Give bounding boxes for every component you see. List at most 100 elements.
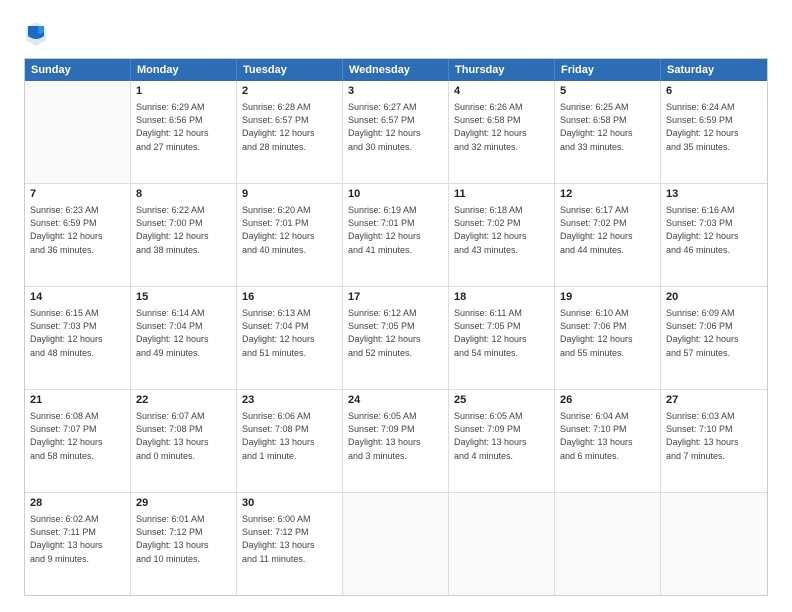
calendar-week-row: 14Sunrise: 6:15 AM Sunset: 7:03 PM Dayli… <box>25 287 767 390</box>
calendar-cell: 23Sunrise: 6:06 AM Sunset: 7:08 PM Dayli… <box>237 390 343 492</box>
calendar-cell: 17 Sunrise: 6:12 AM Sunset: 7:05 PM Dayli… <box>343 287 449 389</box>
day-number: 15 <box>136 290 231 305</box>
calendar-week-row: 1 Sunrise: 6:29 AM Sunset: 6:56 PM Daylig… <box>25 81 767 184</box>
calendar-cell: 25 Sunrise: 6:05 AM Sunset: 7:09 PM Dayli… <box>449 390 555 492</box>
calendar-cell: 29Sunrise: 6:01 AM Sunset: 7:12 PM Dayli… <box>131 493 237 595</box>
calendar-cell: 15Sunrise: 6:14 AM Sunset: 7:04 PM Dayli… <box>131 287 237 389</box>
day-info: Sunrise: 6:05 AM Sunset: 7:09 PM Dayligh… <box>454 410 549 462</box>
day-info: Sunrise: 6:07 AM Sunset: 7:08 PM Dayligh… <box>136 410 231 462</box>
day-number: 28 <box>30 496 125 511</box>
calendar-cell: 10Sunrise: 6:19 AM Sunset: 7:01 PM Dayli… <box>343 184 449 286</box>
calendar-cell <box>343 493 449 595</box>
calendar-cell: 26Sunrise: 6:04 AM Sunset: 7:10 PM Dayli… <box>555 390 661 492</box>
day-info: Sunrise: 6:20 AM Sunset: 7:01 PM Dayligh… <box>242 204 337 256</box>
day-info: Sunrise: 6:04 AM Sunset: 7:10 PM Dayligh… <box>560 410 655 462</box>
calendar-cell <box>25 81 131 183</box>
day-info: Sunrise: 6:11 AM Sunset: 7:05 PM Dayligh… <box>454 307 549 359</box>
day-info: Sunrise: 6:10 AM Sunset: 7:06 PM Dayligh… <box>560 307 655 359</box>
calendar-cell: 18 Sunrise: 6:11 AM Sunset: 7:05 PM Dayli… <box>449 287 555 389</box>
day-number: 27 <box>666 393 762 408</box>
day-number: 20 <box>666 290 762 305</box>
day-info: Sunrise: 6:25 AM Sunset: 6:58 PM Dayligh… <box>560 101 655 153</box>
day-number: 11 <box>454 187 549 202</box>
calendar-cell: 2 Sunrise: 6:28 AM Sunset: 6:57 PM Daylig… <box>237 81 343 183</box>
calendar-cell <box>555 493 661 595</box>
day-number: 3 <box>348 84 443 99</box>
calendar-cell: 6 Sunrise: 6:24 AM Sunset: 6:59 PM Daylig… <box>661 81 767 183</box>
calendar-cell: 21 Sunrise: 6:08 AM Sunset: 7:07 PM Dayli… <box>25 390 131 492</box>
calendar-cell: 8 Sunrise: 6:22 AM Sunset: 7:00 PM Daylig… <box>131 184 237 286</box>
day-info: Sunrise: 6:29 AM Sunset: 6:56 PM Dayligh… <box>136 101 231 153</box>
calendar: SundayMondayTuesdayWednesdayThursdayFrid… <box>24 58 768 596</box>
day-number: 7 <box>30 187 125 202</box>
day-number: 25 <box>454 393 549 408</box>
logo-icon <box>24 20 48 48</box>
calendar-cell: 14Sunrise: 6:15 AM Sunset: 7:03 PM Dayli… <box>25 287 131 389</box>
calendar-cell: 19 Sunrise: 6:10 AM Sunset: 7:06 PM Dayli… <box>555 287 661 389</box>
calendar-week-row: 28 Sunrise: 6:02 AM Sunset: 7:11 PM Dayli… <box>25 493 767 595</box>
day-info: Sunrise: 6:17 AM Sunset: 7:02 PM Dayligh… <box>560 204 655 256</box>
day-info: Sunrise: 6:24 AM Sunset: 6:59 PM Dayligh… <box>666 101 762 153</box>
logo <box>24 20 52 48</box>
day-info: Sunrise: 6:22 AM Sunset: 7:00 PM Dayligh… <box>136 204 231 256</box>
day-number: 6 <box>666 84 762 99</box>
day-number: 22 <box>136 393 231 408</box>
calendar-cell: 28 Sunrise: 6:02 AM Sunset: 7:11 PM Dayli… <box>25 493 131 595</box>
day-number: 9 <box>242 187 337 202</box>
day-info: Sunrise: 6:16 AM Sunset: 7:03 PM Dayligh… <box>666 204 762 256</box>
day-number: 12 <box>560 187 655 202</box>
calendar-cell: 16Sunrise: 6:13 AM Sunset: 7:04 PM Dayli… <box>237 287 343 389</box>
day-info: Sunrise: 6:05 AM Sunset: 7:09 PM Dayligh… <box>348 410 443 462</box>
day-info: Sunrise: 6:03 AM Sunset: 7:10 PM Dayligh… <box>666 410 762 462</box>
calendar-header-day: Sunday <box>25 59 131 81</box>
day-number: 8 <box>136 187 231 202</box>
day-info: Sunrise: 6:13 AM Sunset: 7:04 PM Dayligh… <box>242 307 337 359</box>
day-number: 21 <box>30 393 125 408</box>
calendar-header-day: Thursday <box>449 59 555 81</box>
day-info: Sunrise: 6:27 AM Sunset: 6:57 PM Dayligh… <box>348 101 443 153</box>
day-info: Sunrise: 6:18 AM Sunset: 7:02 PM Dayligh… <box>454 204 549 256</box>
calendar-cell: 24 Sunrise: 6:05 AM Sunset: 7:09 PM Dayli… <box>343 390 449 492</box>
day-info: Sunrise: 6:28 AM Sunset: 6:57 PM Dayligh… <box>242 101 337 153</box>
calendar-cell: 30 Sunrise: 6:00 AM Sunset: 7:12 PM Dayli… <box>237 493 343 595</box>
calendar-body: 1 Sunrise: 6:29 AM Sunset: 6:56 PM Daylig… <box>25 81 767 595</box>
day-number: 24 <box>348 393 443 408</box>
calendar-cell: 20 Sunrise: 6:09 AM Sunset: 7:06 PM Dayli… <box>661 287 767 389</box>
calendar-header-day: Tuesday <box>237 59 343 81</box>
calendar-cell <box>449 493 555 595</box>
calendar-cell: 7 Sunrise: 6:23 AM Sunset: 6:59 PM Daylig… <box>25 184 131 286</box>
page: SundayMondayTuesdayWednesdayThursdayFrid… <box>0 0 792 612</box>
day-info: Sunrise: 6:00 AM Sunset: 7:12 PM Dayligh… <box>242 513 337 565</box>
day-number: 29 <box>136 496 231 511</box>
day-number: 30 <box>242 496 337 511</box>
calendar-cell: 4Sunrise: 6:26 AM Sunset: 6:58 PM Daylig… <box>449 81 555 183</box>
calendar-week-row: 7 Sunrise: 6:23 AM Sunset: 6:59 PM Daylig… <box>25 184 767 287</box>
day-number: 1 <box>136 84 231 99</box>
day-number: 19 <box>560 290 655 305</box>
day-info: Sunrise: 6:19 AM Sunset: 7:01 PM Dayligh… <box>348 204 443 256</box>
day-info: Sunrise: 6:09 AM Sunset: 7:06 PM Dayligh… <box>666 307 762 359</box>
day-info: Sunrise: 6:06 AM Sunset: 7:08 PM Dayligh… <box>242 410 337 462</box>
calendar-week-row: 21 Sunrise: 6:08 AM Sunset: 7:07 PM Dayli… <box>25 390 767 493</box>
calendar-cell: 27 Sunrise: 6:03 AM Sunset: 7:10 PM Dayli… <box>661 390 767 492</box>
calendar-cell <box>661 493 767 595</box>
day-info: Sunrise: 6:15 AM Sunset: 7:03 PM Dayligh… <box>30 307 125 359</box>
calendar-cell: 13Sunrise: 6:16 AM Sunset: 7:03 PM Dayli… <box>661 184 767 286</box>
calendar-header-day: Monday <box>131 59 237 81</box>
day-number: 18 <box>454 290 549 305</box>
calendar-header-day: Saturday <box>661 59 767 81</box>
header <box>24 20 768 48</box>
day-info: Sunrise: 6:23 AM Sunset: 6:59 PM Dayligh… <box>30 204 125 256</box>
calendar-cell: 22 Sunrise: 6:07 AM Sunset: 7:08 PM Dayli… <box>131 390 237 492</box>
day-info: Sunrise: 6:02 AM Sunset: 7:11 PM Dayligh… <box>30 513 125 565</box>
day-number: 2 <box>242 84 337 99</box>
day-number: 4 <box>454 84 549 99</box>
day-info: Sunrise: 6:08 AM Sunset: 7:07 PM Dayligh… <box>30 410 125 462</box>
day-number: 17 <box>348 290 443 305</box>
calendar-header-day: Wednesday <box>343 59 449 81</box>
day-number: 5 <box>560 84 655 99</box>
calendar-cell: 9 Sunrise: 6:20 AM Sunset: 7:01 PM Daylig… <box>237 184 343 286</box>
day-info: Sunrise: 6:12 AM Sunset: 7:05 PM Dayligh… <box>348 307 443 359</box>
calendar-cell: 5 Sunrise: 6:25 AM Sunset: 6:58 PM Daylig… <box>555 81 661 183</box>
calendar-cell: 12 Sunrise: 6:17 AM Sunset: 7:02 PM Dayli… <box>555 184 661 286</box>
